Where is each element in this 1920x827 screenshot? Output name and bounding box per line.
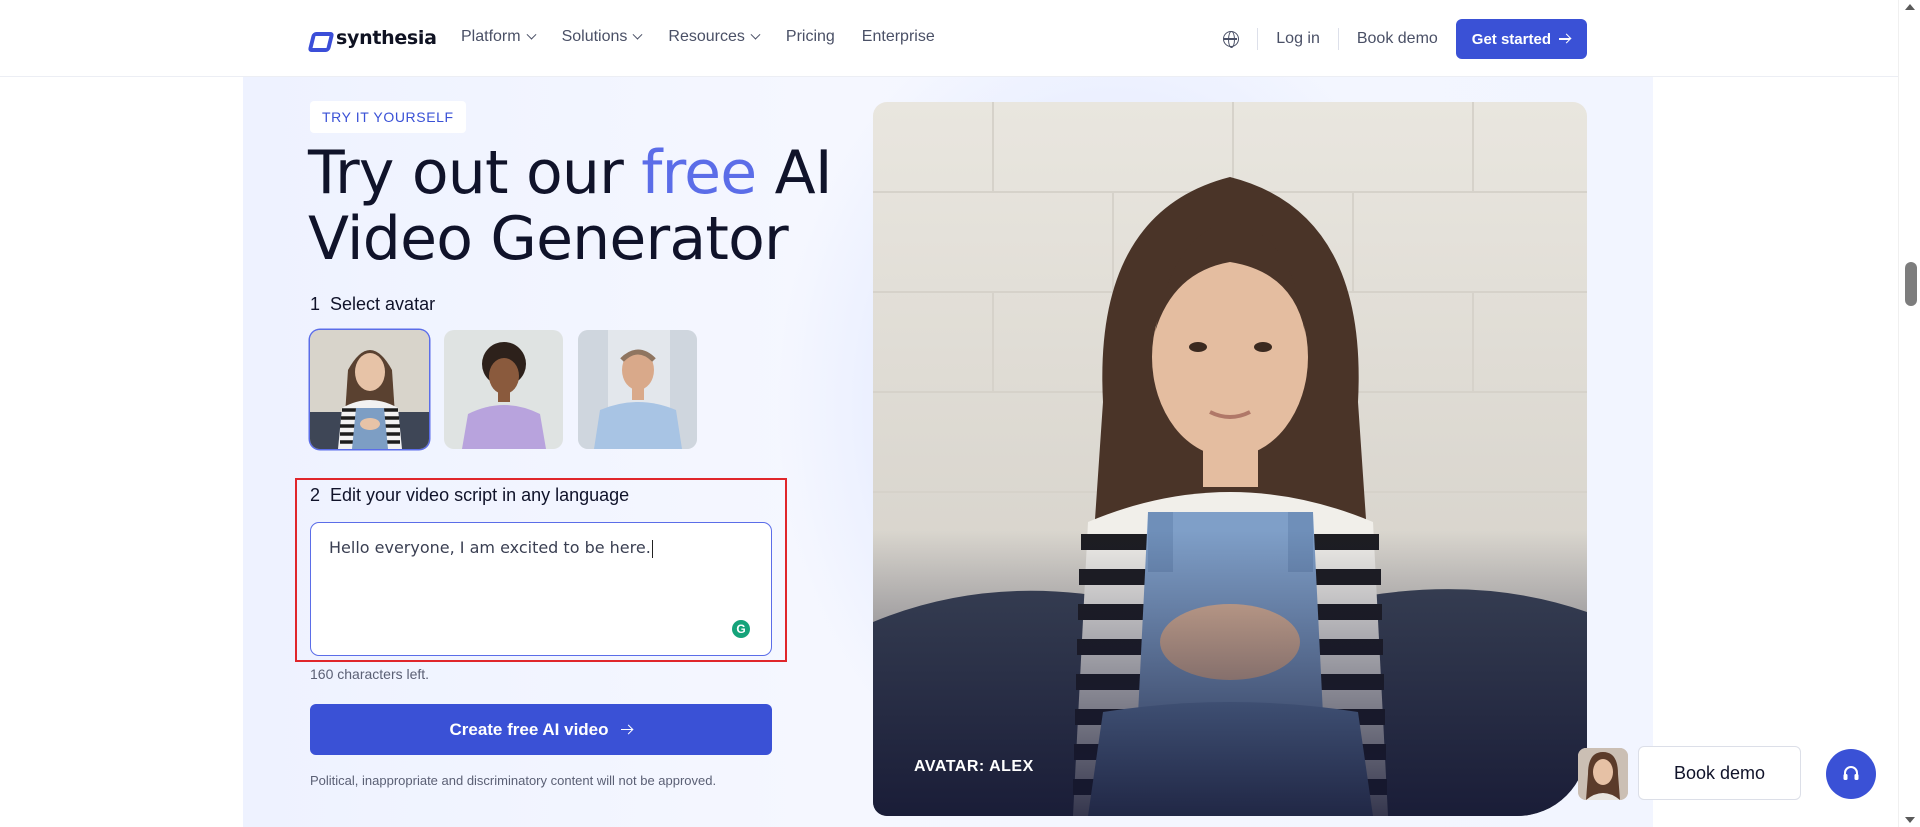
chevron-down-icon [632, 29, 643, 40]
logo-text: synthesia [336, 27, 437, 49]
avatar-selector [310, 330, 697, 449]
headset-icon [1843, 766, 1859, 780]
avatar-video-preview[interactable]: AVATAR: ALEX [873, 102, 1587, 816]
nav-solutions[interactable]: Solutions [561, 28, 643, 46]
disclaimer-text: Political, inappropriate and discriminat… [310, 773, 717, 788]
scroll-up-arrow-icon[interactable] [1905, 4, 1915, 10]
avatar-option-3[interactable] [578, 330, 697, 449]
header-actions: Log in Book demo Get started [1223, 19, 1587, 59]
book-demo-floating-button[interactable]: Book demo [1638, 746, 1801, 800]
synthesia-logo-icon [310, 31, 330, 45]
try-it-badge: TRY IT YOURSELF [310, 101, 466, 133]
main-nav: Platform Solutions Resources Pricing Ent… [461, 28, 962, 46]
arrow-right-icon [620, 725, 633, 735]
chevron-down-icon [750, 29, 761, 40]
support-chat-button[interactable] [1826, 749, 1876, 799]
demo-agent-avatar-image [1578, 748, 1628, 800]
top-navigation: synthesia Platform Solutions Resources P… [0, 0, 1898, 77]
create-video-label: Create free AI video [449, 719, 609, 739]
step-1-heading: 1 Select avatar [310, 294, 435, 315]
avatar-option-2[interactable] [444, 330, 563, 449]
page-scrollbar[interactable] [1898, 0, 1920, 827]
nav-resources[interactable]: Resources [668, 28, 761, 46]
avatar-option-alex[interactable] [310, 330, 429, 449]
avatar-3-thumbnail [578, 330, 697, 449]
title-part-2: AI [756, 138, 833, 208]
arrow-right-icon [1559, 34, 1571, 44]
book-demo-link[interactable]: Book demo [1339, 30, 1456, 48]
step-1-label: Select avatar [330, 294, 436, 314]
chevron-down-icon [526, 29, 537, 40]
nav-resources-label: Resources [668, 28, 745, 45]
nav-enterprise-label: Enterprise [861, 28, 935, 45]
synthesia-logo[interactable]: synthesia [310, 27, 437, 49]
nav-enterprise[interactable]: Enterprise [862, 28, 935, 46]
title-accent: free [641, 138, 757, 208]
nav-pricing[interactable]: Pricing [786, 28, 835, 46]
avatar-alex-thumbnail [310, 330, 429, 449]
avatar-video-image [873, 102, 1587, 816]
nav-solutions-label: Solutions [561, 28, 628, 45]
nav-platform-label: Platform [461, 28, 521, 45]
create-video-button[interactable]: Create free AI video [310, 704, 772, 755]
demo-agent-avatar [1578, 748, 1628, 800]
nav-pricing-label: Pricing [785, 28, 835, 45]
globe-icon[interactable] [1223, 31, 1240, 48]
get-started-label: Get started [1471, 30, 1551, 48]
title-line-2: Video Generator [308, 204, 789, 274]
title-part-1: Try out our [308, 138, 642, 208]
script-highlight-box [295, 478, 787, 662]
step-1-number: 1 [310, 294, 321, 314]
login-link[interactable]: Log in [1258, 30, 1338, 48]
characters-left: 160 characters left. [310, 666, 430, 682]
avatar-2-thumbnail [444, 330, 563, 449]
nav-platform[interactable]: Platform [461, 28, 537, 46]
get-started-button[interactable]: Get started [1455, 19, 1587, 59]
page-title: Try out our free AI Video Generator [308, 138, 833, 274]
scroll-down-arrow-icon[interactable] [1905, 817, 1915, 823]
avatar-caption: AVATAR: ALEX [914, 758, 1034, 775]
scroll-thumb[interactable] [1905, 262, 1917, 306]
